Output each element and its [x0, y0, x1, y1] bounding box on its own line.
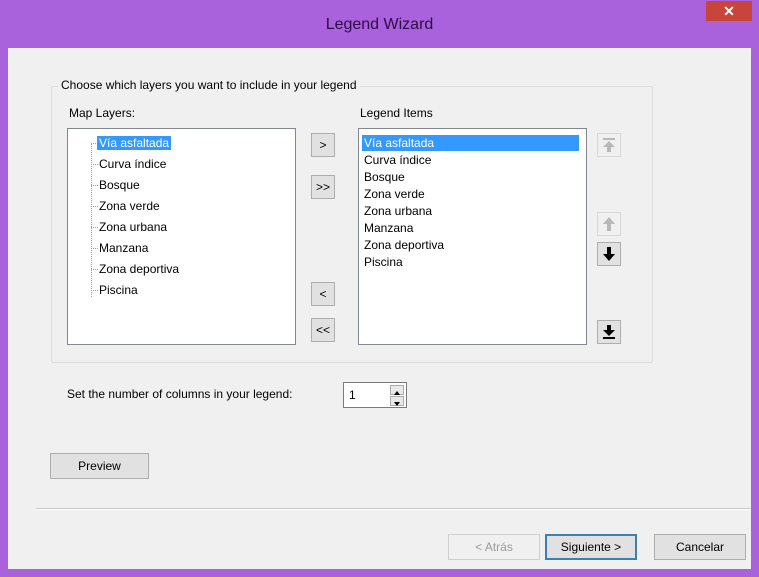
move-to-top-icon	[603, 138, 615, 152]
columns-stepper[interactable]: 1	[343, 382, 407, 408]
tree-branch	[91, 269, 98, 270]
map-layer-item[interactable]: Bosque	[99, 176, 140, 194]
footer-separator	[36, 508, 751, 510]
move-up-icon	[603, 217, 615, 231]
caret-down-icon	[394, 402, 400, 406]
map-layers-tree[interactable]: Vía asfaltada Curva índice Bosque Zona v…	[67, 128, 296, 345]
add-layer-button[interactable]: >	[311, 133, 335, 157]
legend-list-item[interactable]: Vía asfaltada	[362, 135, 579, 151]
next-button[interactable]: Siguiente >	[545, 534, 637, 560]
map-layers-label: Map Layers:	[69, 106, 136, 120]
tree-branch	[91, 185, 98, 186]
remove-layer-button[interactable]: <	[311, 282, 335, 306]
tree-branch	[91, 290, 98, 291]
add-all-layers-button[interactable]: >>	[311, 175, 335, 199]
legend-list-item[interactable]: Piscina	[362, 254, 579, 270]
cancel-button[interactable]: Cancelar	[654, 534, 746, 560]
legend-items-list[interactable]: Vía asfaltada Curva índice Bosque Zona v…	[358, 128, 587, 345]
tree-branch	[91, 164, 98, 165]
move-to-bottom-button[interactable]	[597, 320, 621, 344]
close-button[interactable]: ✕	[706, 1, 752, 21]
legend-items-label: Legend Items	[360, 106, 433, 120]
move-to-bottom-icon	[603, 325, 615, 339]
map-layer-item[interactable]: Curva índice	[99, 155, 166, 173]
window-title: Legend Wizard	[325, 16, 434, 33]
map-layer-item[interactable]: Manzana	[99, 239, 148, 257]
tree-branch	[91, 248, 98, 249]
remove-all-layers-button[interactable]: <<	[311, 318, 335, 342]
move-up-button[interactable]	[597, 212, 621, 236]
move-down-button[interactable]	[597, 242, 621, 266]
back-button[interactable]: < Atrás	[448, 534, 540, 560]
move-to-top-button[interactable]	[597, 133, 621, 157]
legend-list-item[interactable]: Manzana	[362, 220, 579, 236]
legend-list-item[interactable]: Zona deportiva	[362, 237, 579, 253]
tree-branch	[91, 206, 98, 207]
decrement-button[interactable]	[390, 396, 404, 406]
columns-value[interactable]: 1	[349, 388, 356, 402]
preview-button[interactable]: Preview	[50, 453, 149, 479]
map-layer-item[interactable]: Zona urbana	[99, 218, 167, 236]
title-bar: Legend Wizard ✕	[0, 0, 759, 48]
tree-connector	[91, 143, 92, 297]
map-layer-item[interactable]: Zona deportiva	[99, 260, 179, 278]
tree-branch	[91, 227, 98, 228]
legend-list-item[interactable]: Zona urbana	[362, 203, 579, 219]
legend-list-item[interactable]: Zona verde	[362, 186, 579, 202]
columns-label: Set the number of columns in your legend…	[67, 387, 293, 401]
move-down-icon	[603, 247, 615, 261]
legend-list-item[interactable]: Curva índice	[362, 152, 579, 168]
increment-button[interactable]	[390, 385, 404, 395]
map-layer-item[interactable]: Zona verde	[99, 197, 160, 215]
dialog-body: Choose which layers you want to include …	[8, 48, 751, 569]
map-layer-item[interactable]: Piscina	[99, 281, 138, 299]
map-layer-item[interactable]: Vía asfaltada	[97, 134, 172, 152]
layers-group-title: Choose which layers you want to include …	[58, 78, 360, 92]
legend-list-item[interactable]: Bosque	[362, 169, 579, 185]
